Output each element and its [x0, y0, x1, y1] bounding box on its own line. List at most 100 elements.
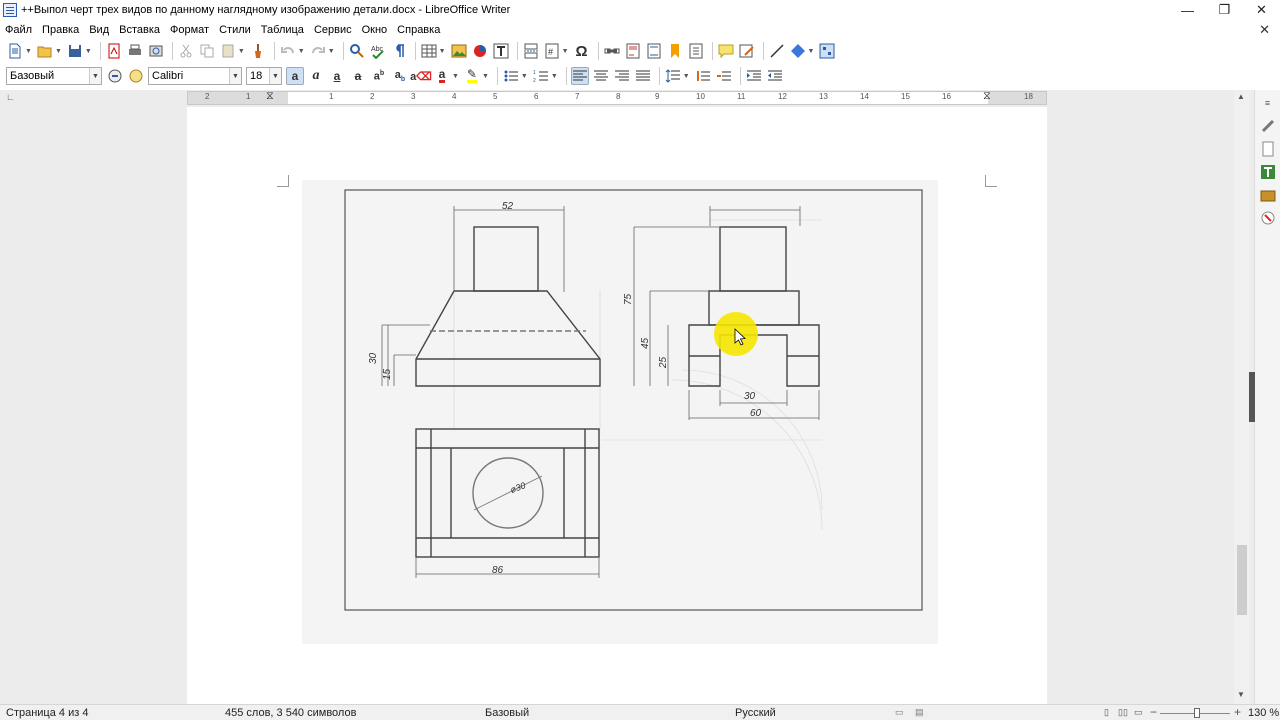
- insert-chart-icon[interactable]: [471, 42, 489, 60]
- spelling-icon[interactable]: Abc: [369, 42, 387, 60]
- find-replace-icon[interactable]: [348, 42, 366, 60]
- selection-mode-icon[interactable]: ▤: [915, 707, 924, 718]
- menu-view[interactable]: Вид: [89, 24, 109, 36]
- superscript-icon[interactable]: ab: [370, 67, 388, 85]
- zoom-slider-knob[interactable]: [1194, 708, 1200, 718]
- book-view-icon[interactable]: ▭: [1134, 707, 1143, 718]
- chevron-down-icon[interactable]: ▼: [89, 68, 101, 84]
- zoom-out-icon[interactable]: −: [1150, 705, 1157, 719]
- align-right-icon[interactable]: [613, 67, 631, 85]
- align-center-icon[interactable]: [592, 67, 610, 85]
- zoom-level[interactable]: 130 %: [1248, 707, 1279, 719]
- highlight-color-icon[interactable]: ✎: [463, 67, 481, 85]
- print-preview-icon[interactable]: [147, 42, 165, 60]
- bookmark-icon[interactable]: [666, 42, 684, 60]
- single-page-view-icon[interactable]: ▯: [1104, 707, 1109, 718]
- clear-formatting-icon[interactable]: a⌫: [410, 67, 432, 85]
- menu-format[interactable]: Формат: [170, 24, 209, 36]
- page-count[interactable]: Страница 4 из 4: [6, 707, 88, 719]
- tab-stop-icon[interactable]: ∟: [6, 92, 15, 102]
- update-style-icon[interactable]: [106, 67, 124, 85]
- language[interactable]: Русский: [735, 707, 776, 719]
- insert-line-icon[interactable]: [768, 42, 786, 60]
- page-icon[interactable]: [1259, 140, 1277, 158]
- menu-file[interactable]: Файл: [5, 24, 32, 36]
- word-count[interactable]: 455 слов, 3 540 символов: [225, 707, 356, 719]
- draw-functions-icon[interactable]: [818, 42, 836, 60]
- insert-page-break-icon[interactable]: [522, 42, 540, 60]
- navigator-icon[interactable]: [1259, 209, 1277, 227]
- italic-icon[interactable]: a: [307, 67, 325, 85]
- formatting-marks-icon[interactable]: [390, 42, 408, 60]
- close-button[interactable]: ✕: [1243, 0, 1280, 20]
- close-document-icon[interactable]: ✕: [1259, 22, 1270, 38]
- bold-icon[interactable]: a: [286, 67, 304, 85]
- special-character-icon[interactable]: Ω: [573, 42, 591, 60]
- copy-icon[interactable]: [198, 42, 216, 60]
- menu-styles[interactable]: Стили: [219, 24, 251, 36]
- new-style-icon[interactable]: [127, 67, 145, 85]
- clone-formatting-icon[interactable]: [249, 42, 267, 60]
- font-size-select[interactable]: 18 ▼: [246, 67, 282, 85]
- page-style[interactable]: Базовый: [485, 707, 529, 719]
- insert-mode-icon[interactable]: ▭: [895, 707, 904, 718]
- basic-shapes-icon[interactable]: [789, 42, 807, 60]
- justify-icon[interactable]: [634, 67, 652, 85]
- print-icon[interactable]: [126, 42, 144, 60]
- minimize-button[interactable]: —: [1169, 0, 1206, 20]
- save-icon[interactable]: [66, 42, 84, 60]
- indent-marker-icon[interactable]: ⧖: [266, 90, 274, 103]
- endnote-icon[interactable]: [645, 42, 663, 60]
- decrease-paragraph-spacing-icon[interactable]: [715, 67, 733, 85]
- strikethrough-icon[interactable]: a: [349, 67, 367, 85]
- chevron-down-icon[interactable]: ▼: [229, 68, 241, 84]
- open-folder-icon[interactable]: [36, 42, 54, 60]
- scroll-down-icon[interactable]: ▼: [1237, 690, 1245, 699]
- bullet-list-icon[interactable]: [502, 67, 520, 85]
- menu-tools[interactable]: Сервис: [314, 24, 352, 36]
- sidebar-collapse-handle[interactable]: [1249, 372, 1255, 422]
- numbered-list-icon[interactable]: 12: [532, 67, 550, 85]
- line-spacing-icon[interactable]: [664, 67, 682, 85]
- gallery-icon[interactable]: [1259, 186, 1277, 204]
- footnote-icon[interactable]: [624, 42, 642, 60]
- horizontal-ruler[interactable]: 2 1 ⧖ 1 2 3 4 5 6 7 8 9 10 11 12 13 14 1…: [187, 90, 1047, 105]
- track-changes-icon[interactable]: [738, 42, 756, 60]
- subscript-icon[interactable]: ab: [391, 67, 409, 85]
- increase-paragraph-spacing-icon[interactable]: [694, 67, 712, 85]
- cut-icon[interactable]: [177, 42, 195, 60]
- decrease-indent-icon[interactable]: [766, 67, 784, 85]
- embedded-technical-drawing[interactable]: 52 30 15 75 45 25 30 60 ø30 86: [302, 180, 938, 644]
- font-name-select[interactable]: Calibri ▼: [148, 67, 242, 85]
- chevron-down-icon[interactable]: ▼: [269, 68, 281, 84]
- menu-edit[interactable]: Правка: [42, 24, 79, 36]
- menu-insert[interactable]: Вставка: [119, 24, 160, 36]
- multi-page-view-icon[interactable]: ▯▯: [1118, 707, 1128, 718]
- paragraph-style-select[interactable]: Базовый ▼: [6, 67, 102, 85]
- zoom-in-icon[interactable]: +: [1234, 705, 1241, 719]
- scrollbar-thumb[interactable]: [1237, 545, 1247, 615]
- document-page[interactable]: 52 30 15 75 45 25 30 60 ø30 86: [187, 107, 1047, 707]
- increase-indent-icon[interactable]: [745, 67, 763, 85]
- insert-table-icon[interactable]: [420, 42, 438, 60]
- underline-icon[interactable]: a: [328, 67, 346, 85]
- redo-icon[interactable]: [309, 42, 327, 60]
- styles-icon[interactable]: [1259, 163, 1277, 181]
- paste-icon[interactable]: [219, 42, 237, 60]
- menu-window[interactable]: Окно: [362, 24, 388, 36]
- scroll-up-icon[interactable]: ▲: [1237, 92, 1245, 101]
- insert-field-icon[interactable]: #: [543, 42, 561, 60]
- align-left-icon[interactable]: [570, 67, 589, 85]
- vertical-scrollbar[interactable]: ▲ ▼: [1234, 90, 1250, 704]
- menu-table[interactable]: Таблица: [261, 24, 304, 36]
- restore-button[interactable]: ❐: [1206, 0, 1243, 20]
- properties-icon[interactable]: [1259, 117, 1277, 135]
- comment-icon[interactable]: [717, 42, 735, 60]
- right-indent-marker-icon[interactable]: ⧖: [983, 90, 991, 103]
- hyperlink-icon[interactable]: [603, 42, 621, 60]
- insert-textbox-icon[interactable]: [492, 42, 510, 60]
- undo-icon[interactable]: [279, 42, 297, 60]
- sidebar-menu-icon[interactable]: ≡: [1259, 94, 1277, 112]
- font-color-icon[interactable]: a: [433, 67, 451, 85]
- menu-help[interactable]: Справка: [397, 24, 440, 36]
